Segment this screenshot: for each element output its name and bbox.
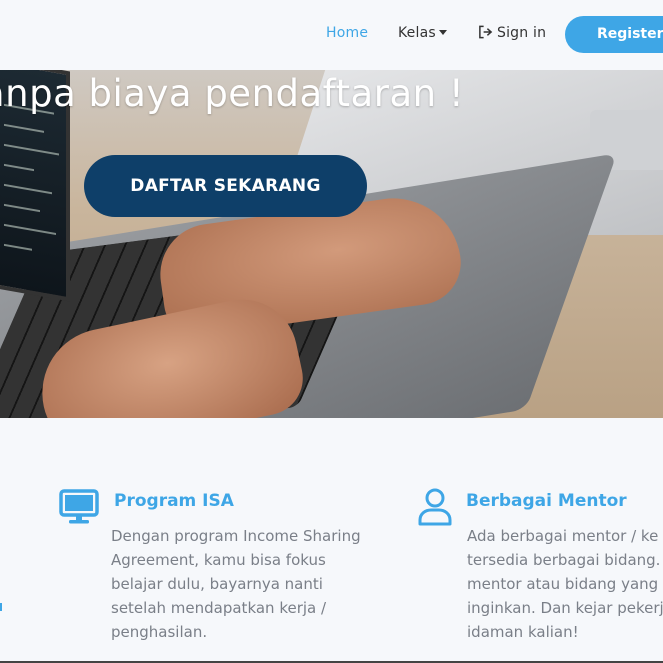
feature-description: Ada berbagai mentor / ke tersedia berbag… xyxy=(467,524,663,644)
register-button[interactable]: Register + xyxy=(565,16,663,53)
sign-in-icon xyxy=(479,25,493,39)
nav-signin-link[interactable]: Sign in xyxy=(478,25,546,41)
nav-home-link[interactable]: Home xyxy=(326,25,368,41)
features-section: Program ISA Dengan program Income Sharin… xyxy=(0,418,663,663)
feature-description-line: setelah mendapatkan kerja / xyxy=(111,599,327,617)
feature-title: Program ISA xyxy=(114,491,234,511)
navbar: Home Kelas Sign in Register + xyxy=(0,0,663,70)
feature-description-line: belajar dulu, bayarnya nanti xyxy=(111,575,323,593)
feature-description-line: Agreement, kamu bisa fokus xyxy=(111,551,326,569)
feature-description-line: Dengan program Income Sharing xyxy=(111,527,361,545)
monitor-icon xyxy=(59,489,99,524)
feature-title: Berbagai Mentor xyxy=(466,491,627,511)
feature-description-line: idaman kalian! xyxy=(467,623,579,641)
nav-signin-label: Sign in xyxy=(497,25,547,41)
daftar-sekarang-button[interactable]: DAFTAR SEKARANG xyxy=(84,155,367,217)
edge-marker xyxy=(0,603,2,611)
caret-down-icon xyxy=(438,30,447,35)
feature-description: Dengan program Income Sharing Agreement,… xyxy=(111,524,361,644)
nav-kelas-label: Kelas xyxy=(398,25,436,41)
hero-title: anpa biaya pendaftaran ! xyxy=(0,72,465,115)
feature-description-line: mentor atau bidang yang xyxy=(467,575,659,593)
feature-description-line: tersedia berbagai bidang. xyxy=(467,551,661,569)
feature-description-line: inginkan. Dan kejar pekerj xyxy=(467,599,663,617)
user-icon xyxy=(418,488,452,526)
feature-description-line: penghasilan. xyxy=(111,623,208,641)
hero-banner: anpa biaya pendaftaran ! DAFTAR SEKARANG xyxy=(0,70,663,418)
feature-description-line: Ada berbagai mentor / ke xyxy=(467,527,659,545)
nav-kelas-dropdown[interactable]: Kelas xyxy=(398,25,447,41)
